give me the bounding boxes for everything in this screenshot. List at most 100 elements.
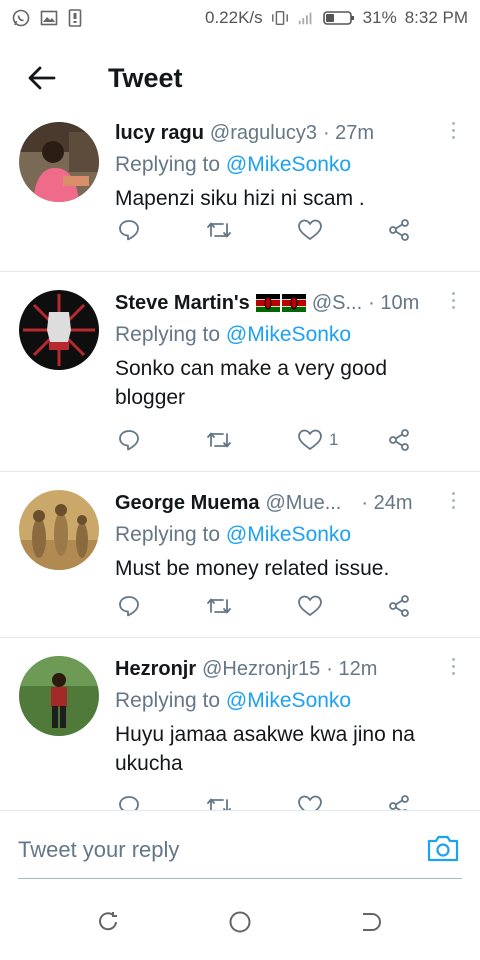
like-icon	[298, 795, 322, 810]
replying-to: Replying to @MikeSonko	[115, 320, 466, 350]
retweet-button[interactable]	[205, 794, 233, 810]
avatar[interactable]	[19, 656, 99, 736]
mention-link[interactable]: @MikeSonko	[226, 689, 351, 712]
share-button[interactable]	[387, 218, 411, 242]
like-icon	[298, 219, 322, 240]
timestamp: · 24m	[361, 492, 413, 514]
like-button[interactable]	[297, 594, 329, 618]
retweet-icon	[207, 222, 231, 238]
back-arrow-icon	[28, 66, 56, 90]
timestamp: · 10m	[368, 292, 420, 314]
share-button[interactable]	[387, 794, 411, 810]
retweet-button[interactable]	[205, 428, 233, 452]
reply-input[interactable]: Tweet your reply	[18, 837, 179, 863]
reply-icon	[119, 430, 139, 451]
battery-percent: 31%	[362, 8, 397, 27]
sim-icon	[68, 9, 86, 27]
mention-link[interactable]: @MikeSonko	[226, 323, 351, 346]
battery-icon	[322, 9, 355, 27]
replying-to: Replying to @MikeSonko	[115, 686, 466, 716]
share-icon	[389, 219, 409, 241]
tweet-item[interactable]: Steve Martin's @S... · 10m Replying to @…	[0, 272, 480, 472]
replying-to: Replying to @MikeSonko	[115, 150, 466, 180]
replying-label: Replying to	[115, 323, 226, 346]
tweet-text: Must be money related issue.	[115, 557, 390, 580]
camera-button[interactable]	[426, 833, 460, 863]
author-handle[interactable]: @Mue...	[265, 490, 341, 516]
like-button[interactable]: 1	[297, 428, 338, 452]
replies-list[interactable]: lucy ragu @ragulucy3 · 27m Replying to @…	[0, 120, 480, 810]
retweet-icon	[207, 432, 231, 448]
author-name[interactable]: George Muema	[115, 490, 259, 516]
reply-button[interactable]	[117, 218, 141, 242]
kenya-flag-emoji	[255, 290, 306, 316]
avatar[interactable]	[19, 290, 99, 370]
reply-button[interactable]	[117, 794, 141, 810]
share-button[interactable]	[387, 428, 411, 452]
signal-icon	[297, 9, 315, 27]
back-button[interactable]	[0, 36, 84, 120]
tweet-text: Huyu jamaa asakwe kwa jino na ukucha	[115, 723, 415, 775]
author-handle[interactable]: @Hezronjr15	[202, 656, 320, 682]
avatar[interactable]	[19, 122, 99, 202]
like-icon	[298, 429, 322, 450]
tweet-actions	[117, 794, 417, 810]
camera-icon	[427, 835, 459, 862]
nav-back-button[interactable]	[360, 910, 384, 934]
retweet-icon	[207, 798, 231, 810]
reply-composer: Tweet your reply	[0, 810, 480, 882]
home-icon	[229, 911, 251, 933]
tweet-actions	[117, 218, 417, 244]
recents-icon	[99, 912, 117, 931]
author-name[interactable]: Steve Martin's	[115, 290, 250, 316]
retweet-button[interactable]	[205, 218, 233, 242]
share-icon	[389, 795, 409, 810]
reply-icon	[119, 596, 139, 617]
author-name[interactable]: Hezronjr	[115, 656, 196, 682]
vibrate-icon	[271, 9, 289, 27]
retweet-icon	[207, 598, 231, 614]
tweet-item[interactable]: lucy ragu @ragulucy3 · 27m Replying to @…	[0, 120, 480, 272]
tweet-actions	[117, 594, 417, 620]
gallery-icon	[40, 9, 58, 27]
reply-button[interactable]	[117, 594, 141, 618]
system-nav-bar	[0, 882, 480, 960]
reply-button[interactable]	[117, 428, 141, 452]
share-icon	[389, 595, 409, 617]
recents-button[interactable]	[96, 910, 120, 934]
share-button[interactable]	[387, 594, 411, 618]
author-name[interactable]: lucy ragu	[115, 120, 204, 146]
share-icon	[389, 429, 409, 451]
replying-to: Replying to @MikeSonko	[115, 520, 466, 550]
reply-icon	[119, 796, 139, 810]
tweet-text: Sonko can make a very good blogger	[115, 357, 387, 409]
replying-label: Replying to	[115, 689, 226, 712]
mention-link[interactable]: @MikeSonko	[226, 153, 351, 176]
author-handle[interactable]: @S...	[312, 290, 362, 316]
like-count: 1	[329, 430, 339, 449]
nav-back-icon	[363, 913, 381, 931]
reply-icon	[119, 220, 139, 241]
clock: 8:32 PM	[404, 8, 468, 27]
author-handle[interactable]: @ragulucy3	[210, 120, 317, 146]
network-speed: 0.22K/s	[205, 8, 263, 27]
replying-label: Replying to	[115, 153, 226, 176]
retweet-button[interactable]	[205, 594, 233, 618]
status-bar: 0.22K/s 31% 8:32 PM	[0, 0, 480, 36]
timestamp: · 12m	[326, 658, 378, 680]
home-button[interactable]	[228, 910, 252, 934]
like-button[interactable]	[297, 218, 329, 242]
input-underline	[18, 878, 462, 879]
avatar[interactable]	[19, 490, 99, 570]
like-button[interactable]	[297, 794, 329, 810]
page-title: Tweet	[108, 62, 183, 93]
mention-link[interactable]: @MikeSonko	[226, 523, 351, 546]
tweet-actions: 1	[117, 428, 417, 454]
header: Tweet	[0, 36, 480, 120]
replying-label: Replying to	[115, 523, 226, 546]
tweet-item[interactable]: George Muema @Mue... · 24m Replying to @…	[0, 472, 480, 638]
tweet-text: Mapenzi siku hizi ni scam .	[115, 187, 365, 210]
timestamp: · 27m	[322, 122, 375, 144]
tweet-item[interactable]: Hezronjr @Hezronjr15 · 12m Replying to @…	[0, 638, 480, 810]
whatsapp-icon	[12, 9, 30, 27]
